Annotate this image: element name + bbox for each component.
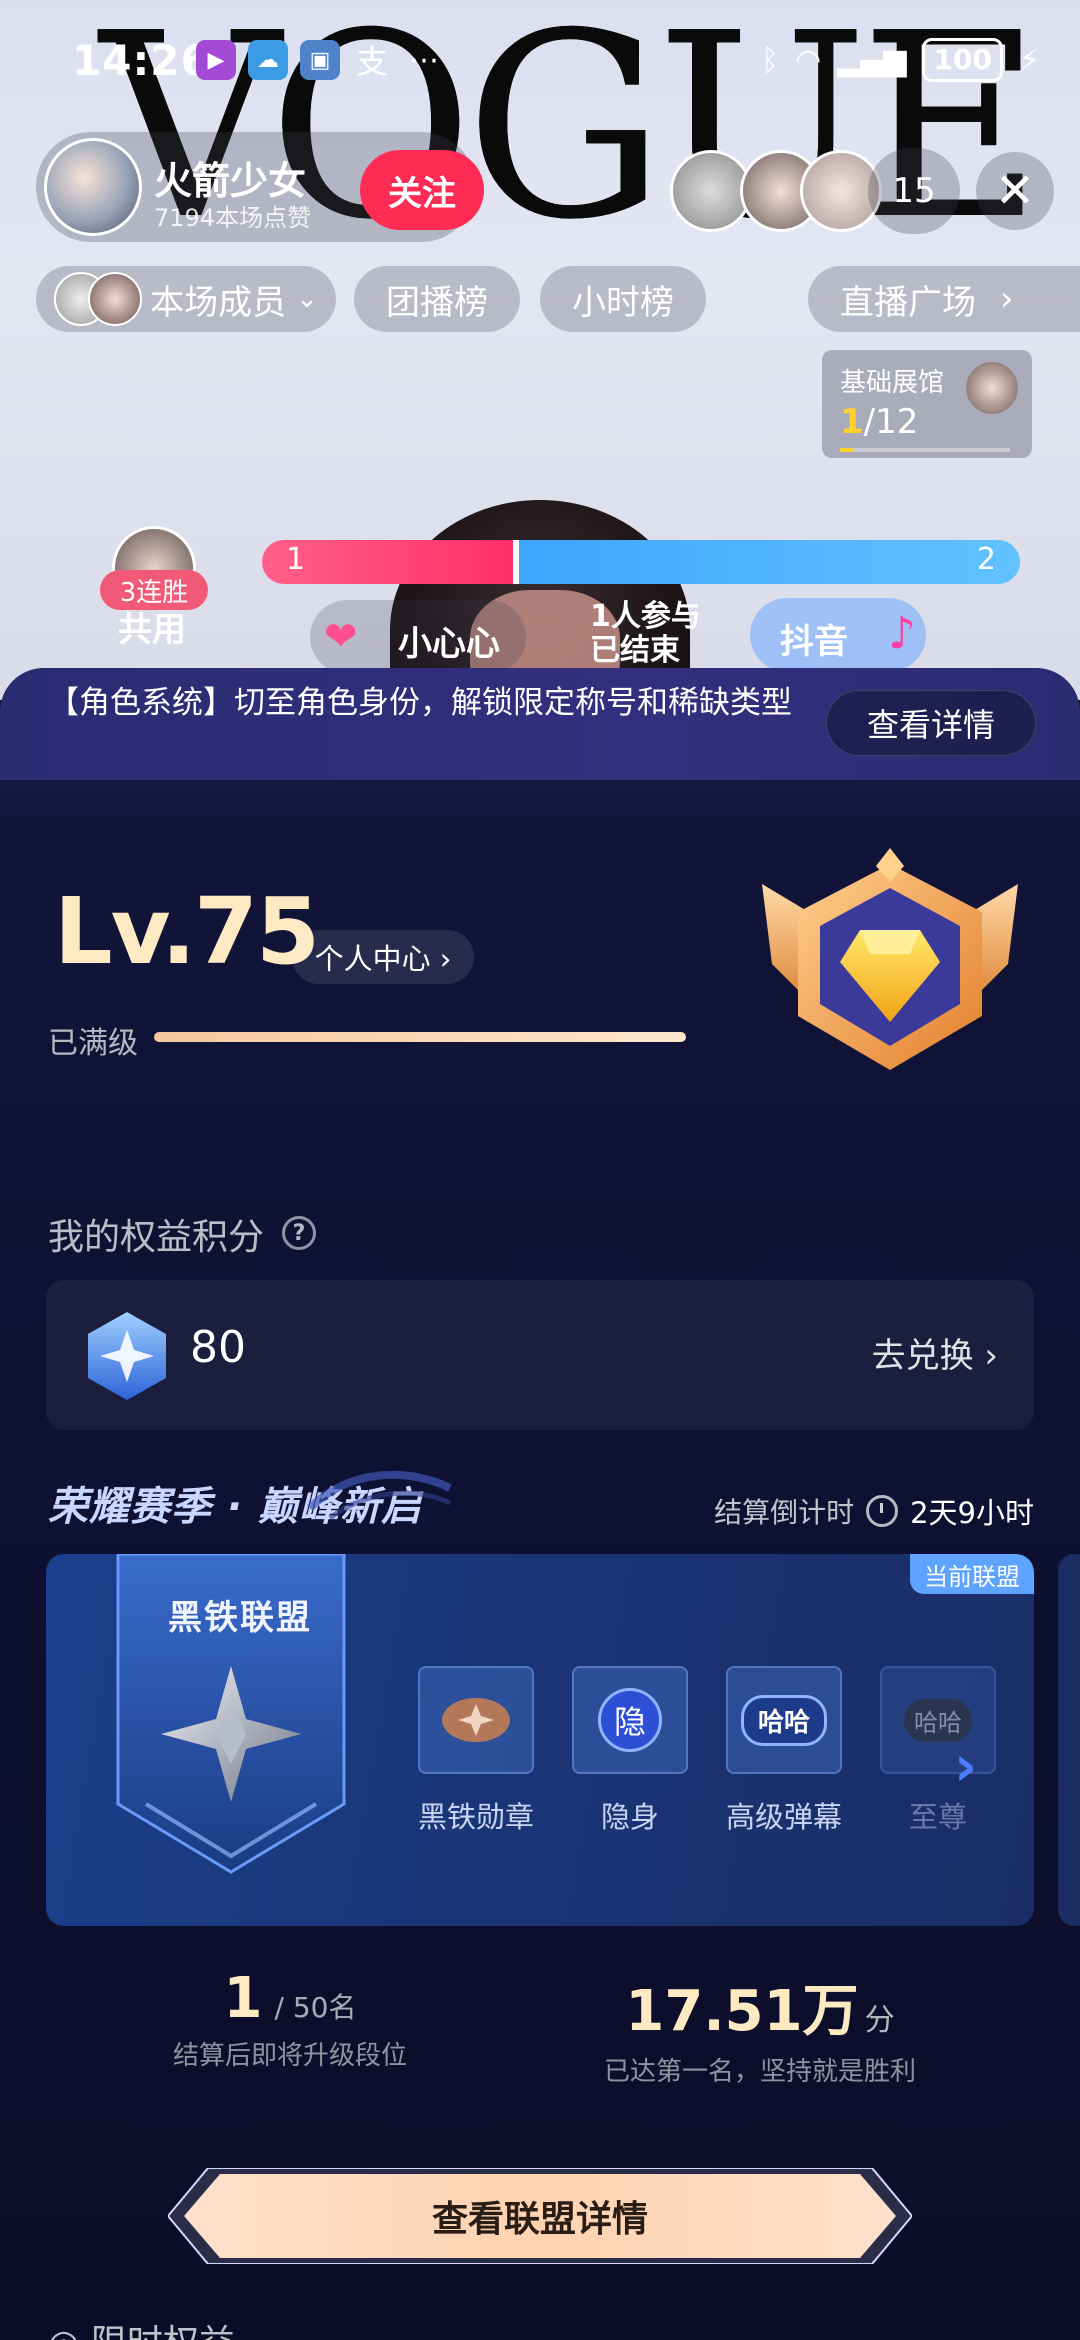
more-notifications-icon: ⋯ bbox=[409, 42, 439, 78]
pk-score-bar: 1 2 bbox=[262, 540, 1020, 584]
chevron-down-icon: ⌄ bbox=[296, 284, 318, 314]
season-swoosh-decoration bbox=[307, 1470, 452, 1521]
douyin-button[interactable]: 抖音 ♪ bbox=[750, 598, 926, 672]
weather-icon: ☁ bbox=[248, 40, 288, 80]
member-avatars bbox=[54, 272, 144, 326]
limited-rights-title: ◎ 限时权益 bbox=[48, 2314, 235, 2340]
next-perks-arrow-icon[interactable]: › bbox=[954, 1734, 977, 1799]
alipay-icon: 支 bbox=[355, 43, 388, 81]
points-value: 80 bbox=[190, 1322, 246, 1373]
wifi-icon: ◠ bbox=[795, 42, 822, 78]
live-plaza-label: 直播广场 bbox=[840, 282, 976, 323]
rank-value: 1 bbox=[223, 1966, 263, 2031]
view-details-button[interactable]: 查看详情 bbox=[826, 690, 1036, 756]
banner-text: 【角色系统】切至角色身份，解锁限定称号和稀缺类型 bbox=[48, 685, 792, 721]
pk-left-score: 1 bbox=[286, 542, 306, 577]
supreme-icon: 哈哈 bbox=[880, 1666, 996, 1774]
chevron-right-icon: › bbox=[1000, 279, 1014, 319]
points-card[interactable]: 80 去兑换 › bbox=[46, 1280, 1034, 1430]
notification-icons: ▶ ☁ ▣ 支 ⋯ bbox=[196, 40, 444, 81]
host-likes: 7194本场点赞 bbox=[154, 204, 312, 232]
heart-label: 小心心 bbox=[398, 624, 500, 664]
current-league-tag: 当前联盟 bbox=[910, 1554, 1034, 1594]
status-bar: 14:26 ▶ ☁ ▣ 支 ⋯ ᛒ ◠ ▂▄▆ 100 ⚡ bbox=[0, 32, 1080, 92]
signal-icon: ▂▄▆ bbox=[837, 42, 907, 78]
points-gem-icon bbox=[88, 1312, 166, 1400]
stealth-icon: 隐 bbox=[572, 1666, 688, 1774]
personal-center-button[interactable]: 个人中心 › bbox=[292, 930, 474, 984]
bluetooth-icon: ᛒ bbox=[761, 42, 780, 78]
follow-button[interactable]: 关注 bbox=[360, 150, 484, 230]
danmaku-icon: 哈哈 bbox=[726, 1666, 842, 1774]
members-button[interactable]: 本场成员 ⌄ bbox=[36, 266, 336, 332]
exhibition-progress-bar bbox=[840, 448, 1010, 452]
score-caption: 已达第一名，坚持就是胜利 bbox=[603, 2057, 916, 2087]
perk-iron-medal[interactable]: 黑铁勋章 bbox=[416, 1666, 536, 1836]
view-league-details-button[interactable]: 查看联盟详情 bbox=[168, 2168, 912, 2264]
status-right: ᛒ ◠ ▂▄▆ 100 ⚡ bbox=[761, 38, 1040, 82]
tab-group-rank[interactable]: 团播榜 bbox=[354, 266, 520, 332]
viewer-count[interactable]: 15 bbox=[868, 148, 960, 234]
countdown-value: 2天9小时 bbox=[910, 1496, 1034, 1530]
battery-icon: 100 bbox=[922, 38, 1003, 82]
rights-panel: 【角色系统】切至角色身份，解锁限定称号和稀缺类型 查看详情 Lv.75 个人中心… bbox=[0, 668, 1080, 2340]
video-app-icon: ▶ bbox=[196, 40, 236, 80]
pk-right-score: 2 bbox=[976, 542, 996, 577]
score-unit: 分 bbox=[864, 2003, 895, 2038]
level-progress-bar bbox=[154, 1032, 686, 1042]
douyin-label: 抖音 bbox=[780, 622, 848, 662]
perk-label: 黑铁勋章 bbox=[417, 1800, 534, 1834]
limited-rights-icon: ◎ bbox=[48, 2323, 91, 2340]
host-avatar[interactable] bbox=[44, 138, 142, 236]
perk-label: 高级弹幕 bbox=[725, 1800, 842, 1834]
help-icon[interactable]: ? bbox=[282, 1216, 316, 1250]
perk-premium-danmaku[interactable]: 哈哈 高级弹幕 bbox=[724, 1666, 844, 1836]
tab-hour-rank[interactable]: 小时榜 bbox=[540, 266, 706, 332]
league-card[interactable]: 当前联盟 黑铁联盟 黑铁勋章 隐 隐身 哈哈 高级弹幕 哈哈 至尊 › bbox=[46, 1554, 1034, 1926]
points-section-title: 我的权益积分 bbox=[48, 1217, 265, 1258]
shared-label: 共用 bbox=[118, 610, 186, 650]
max-level-label: 已满级 bbox=[48, 1026, 138, 1061]
perk-label: 至尊 bbox=[908, 1800, 967, 1834]
perk-supreme[interactable]: 哈哈 至尊 bbox=[878, 1666, 998, 1836]
douyin-note-icon: ♪ bbox=[887, 608, 916, 659]
exhibition-progress: 1/12 bbox=[840, 402, 919, 442]
settlement-countdown: 结算倒计时 2天9小时 bbox=[714, 1490, 1034, 1532]
participants-info: 1人参与 已结束 bbox=[590, 599, 701, 668]
members-label: 本场成员 bbox=[150, 282, 287, 323]
next-league-card-peek[interactable] bbox=[1058, 1554, 1080, 1926]
rank-stat: 1 / 50名 结算后即将升级段位 bbox=[120, 1966, 460, 2072]
league-name: 黑铁联盟 bbox=[168, 1598, 312, 1638]
exhibition-card[interactable]: 基础展馆 1/12 bbox=[822, 350, 1032, 458]
cta-label: 查看联盟详情 bbox=[431, 2199, 648, 2240]
iron-medal-icon bbox=[418, 1666, 534, 1774]
close-icon[interactable]: ✕ bbox=[976, 152, 1054, 230]
app-icon: ▣ bbox=[300, 40, 340, 80]
rank-total: / 50名 bbox=[274, 1991, 357, 2024]
user-level: Lv.75 bbox=[54, 878, 320, 985]
redeem-link[interactable]: 去兑换 › bbox=[872, 1328, 998, 1377]
rank-caption: 结算后即将升级段位 bbox=[172, 2041, 407, 2071]
host-name: 火箭少女 bbox=[154, 159, 307, 203]
heart-gift-button[interactable]: ❤ 小心心 bbox=[310, 600, 526, 674]
perk-stealth[interactable]: 隐 隐身 bbox=[570, 1666, 690, 1836]
score-value: 17.51万 bbox=[625, 1979, 859, 2044]
countdown-label: 结算倒计时 bbox=[714, 1496, 855, 1529]
charging-icon: ⚡ bbox=[1018, 42, 1040, 78]
status-time: 14:26 bbox=[72, 36, 211, 85]
exhibition-avatar bbox=[966, 362, 1018, 414]
heart-icon: ❤ bbox=[324, 614, 358, 660]
live-plaza-button[interactable]: 直播广场 › bbox=[808, 266, 1080, 332]
score-stat: 17.51万分 已达第一名，坚持就是胜利 bbox=[560, 1966, 960, 2088]
perk-label: 隐身 bbox=[600, 1800, 659, 1834]
level-badge-icon bbox=[762, 848, 1018, 1070]
exhibition-title: 基础展馆 bbox=[840, 368, 945, 398]
role-system-banner: 【角色系统】切至角色身份，解锁限定称号和稀缺类型 查看详情 bbox=[0, 668, 1080, 780]
clock-icon bbox=[866, 1495, 899, 1527]
